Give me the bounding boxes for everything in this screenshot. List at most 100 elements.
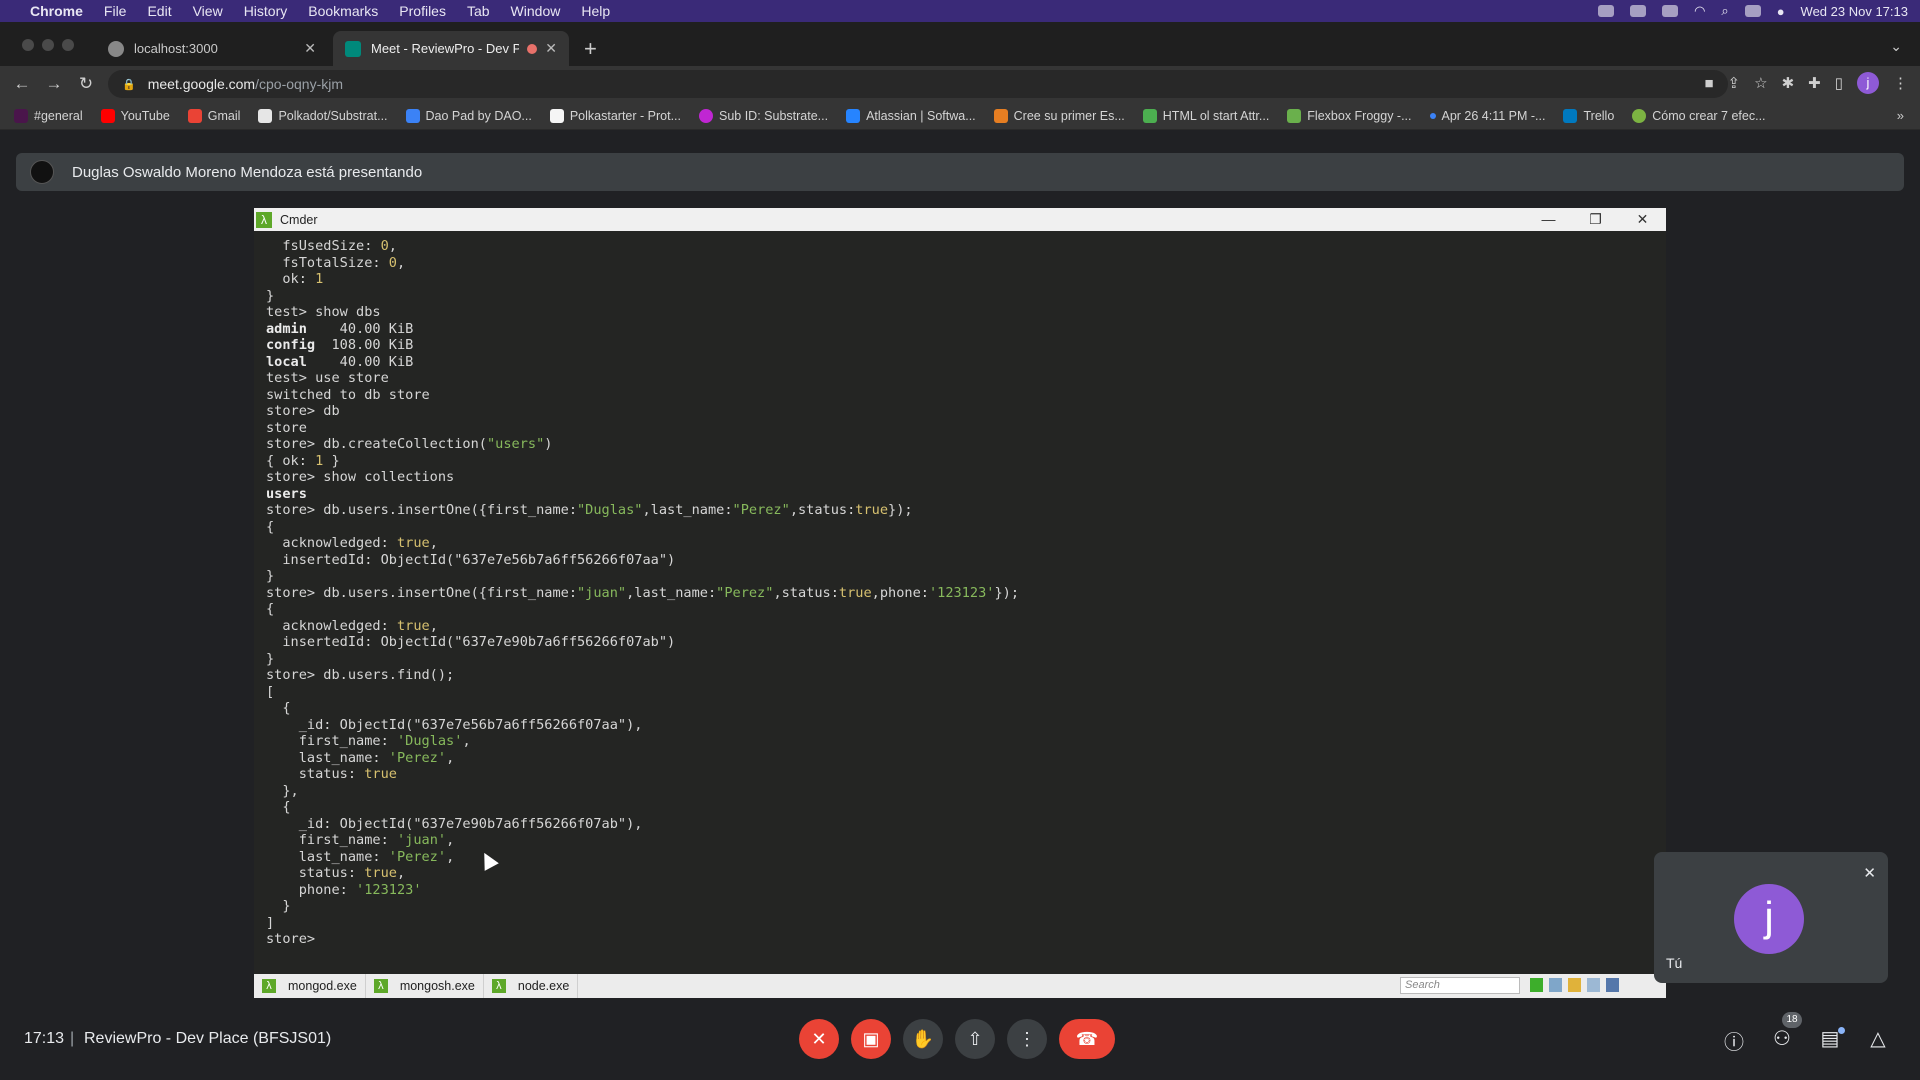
control-center-icon[interactable] [1744, 5, 1761, 17]
self-video-tile[interactable]: j ✕ Tú [1654, 852, 1888, 983]
bookmark-cree[interactable]: Cree su primer Es... [993, 108, 1125, 123]
text-input-icon[interactable] [1630, 5, 1647, 17]
bookmark-polkastarter[interactable]: Polkastarter - Prot... [549, 108, 681, 123]
menu-app-chrome[interactable]: Chrome [30, 3, 83, 19]
reload-icon[interactable]: ↻ [70, 74, 102, 94]
more-bookmarks-icon[interactable]: » [1897, 108, 1904, 123]
restore-icon: ❐ [1589, 211, 1602, 227]
terminal-token: store> db.users.insertOne({first_name: [266, 584, 577, 601]
terminal-line: { [266, 799, 1654, 816]
bookmark-general[interactable]: #general [14, 108, 83, 123]
terminal-token: 1 [315, 271, 324, 287]
minimize-icon: — [1541, 211, 1556, 227]
terminal-token: _id: ObjectId("637e7e56b7a6ff56266f07aa"… [266, 716, 643, 733]
extension-icon[interactable]: ✱ [1782, 74, 1795, 92]
battery-icon[interactable] [1662, 5, 1679, 17]
terminal-line: store> [266, 931, 1654, 948]
tab-search-chevron-icon[interactable]: ⌄ [1890, 38, 1902, 55]
extensions-puzzle-icon[interactable]: ✚ [1808, 74, 1821, 92]
bookmark-flexbox-froggy[interactable]: Flexbox Froggy -... [1287, 108, 1412, 123]
back-arrow-icon[interactable]: ← [6, 74, 38, 94]
meeting-details-info-icon[interactable]: ⓘ [1720, 1026, 1748, 1055]
terminal-token: "Duglas" [577, 502, 643, 518]
terminal-line: test> use store [266, 370, 1654, 387]
toggle-mic-button[interactable]: ✕ [799, 1019, 839, 1059]
profile-avatar[interactable]: j [1857, 72, 1879, 94]
menu-view[interactable]: View [193, 3, 223, 19]
terminal-token: local [266, 353, 307, 370]
terminal-token: ok: [266, 271, 316, 287]
tab-meet[interactable]: Meet - ReviewPro - Dev Pl ✕ [333, 31, 569, 66]
menu-window[interactable]: Window [511, 3, 561, 19]
terminal-token: switched to db store [266, 386, 430, 403]
bookmark-daopad[interactable]: Dao Pad by DAO... [405, 108, 532, 123]
terminal-token: status: [266, 766, 365, 782]
siri-icon[interactable]: ● [1777, 4, 1785, 19]
side-panel-icon[interactable]: ▯ [1835, 74, 1843, 92]
zoom-window-button[interactable] [62, 39, 74, 51]
address-bar[interactable]: 🔒 meet.google.com/cpo-oqny-kjm [108, 70, 1728, 98]
lock-icon[interactable]: 🔒 [122, 78, 136, 91]
mic-off-icon: ✕ [811, 1029, 827, 1049]
minimize-window-button[interactable] [42, 39, 54, 51]
wifi-icon[interactable]: ◠ [1694, 3, 1705, 19]
terminal-token: true [396, 617, 430, 634]
end-call-button[interactable]: ☎ [1059, 1019, 1115, 1059]
panes-icon [1549, 978, 1562, 992]
console-tab-mongod: λ mongod.exe [254, 974, 366, 998]
bookmark-label: YouTube [120, 108, 170, 123]
menu-profiles[interactable]: Profiles [399, 3, 446, 19]
browser-toolbar: ← → ↻ 🔒 meet.google.com/cpo-oqny-kjm ■ ⇪… [0, 66, 1920, 102]
close-tab-icon[interactable]: ✕ [545, 40, 557, 57]
forward-arrow-icon[interactable]: → [38, 74, 70, 94]
activities-icon[interactable]: △ [1864, 1026, 1892, 1051]
bookmark-label: Polkadot/Substrat... [278, 108, 388, 123]
participants-count-badge: 18 [1782, 1012, 1802, 1028]
bookmark-polkadot[interactable]: Polkadot/Substrat... [258, 108, 388, 123]
bookmark-apr26[interactable]: Apr 26 4:11 PM -... [1429, 109, 1545, 123]
camera-in-use-icon[interactable]: ■ [1704, 75, 1713, 92]
close-tab-icon[interactable]: ✕ [304, 40, 316, 57]
present-button[interactable]: ⇧ [955, 1019, 995, 1059]
bookmark-como-crear[interactable]: Cómo crear 7 efec... [1632, 108, 1766, 123]
bookmark-trello[interactable]: Trello [1563, 108, 1614, 123]
spotlight-search-icon[interactable]: ⌕ [1721, 3, 1728, 19]
menu-history[interactable]: History [244, 3, 288, 19]
menu-help[interactable]: Help [581, 3, 610, 19]
bookmark-star-icon[interactable]: ☆ [1754, 74, 1767, 92]
new-tab-button[interactable]: + [584, 36, 597, 62]
bookmark-subid[interactable]: Sub ID: Substrate... [699, 108, 829, 123]
url-path: /cpo-oqny-kjm [255, 76, 344, 92]
bookmark-gmail[interactable]: Gmail [187, 108, 240, 123]
participants-people-icon[interactable]: ⚇ [1768, 1026, 1796, 1051]
terminal-output: fsUsedSize: 0, fsTotalSize: 0, ok: 1} tes… [254, 231, 1666, 974]
terminal-token: , [396, 865, 406, 881]
menu-bookmarks[interactable]: Bookmarks [308, 3, 378, 19]
bookmark-atlassian[interactable]: Atlassian | Softwa... [846, 108, 976, 123]
more-options-button[interactable]: ⋮ [1007, 1019, 1047, 1059]
tab-localhost[interactable]: localhost:3000 ✕ [96, 31, 328, 66]
bookmark-label: Sub ID: Substrate... [719, 108, 829, 123]
bookmark-youtube[interactable]: YouTube [100, 108, 170, 123]
terminal-token: } [266, 650, 275, 667]
menu-file[interactable]: File [104, 3, 127, 19]
close-window-button[interactable] [22, 39, 34, 51]
terminal-line: users [266, 486, 1654, 503]
terminal-token: 'Duglas' [396, 733, 463, 749]
polkastarter-icon [549, 108, 564, 123]
raise-hand-button[interactable]: ✋ [903, 1019, 943, 1059]
terminal-token: 'Perez' [388, 749, 447, 766]
bookmark-html-ol[interactable]: HTML ol start Attr... [1142, 108, 1269, 123]
terminal-line: { [266, 700, 1654, 717]
share-icon[interactable]: ⇪ [1728, 74, 1741, 92]
terminal-token: status: [266, 865, 365, 881]
menu-tab[interactable]: Tab [467, 3, 490, 19]
console-tab-mongosh: λ mongosh.exe [366, 974, 484, 998]
menu-edit[interactable]: Edit [147, 3, 171, 19]
kebab-menu-icon[interactable]: ⋮ [1893, 74, 1908, 92]
toggle-camera-button[interactable]: ▣ [851, 1019, 891, 1059]
menubar-datetime[interactable]: Wed 23 Nov 17:13 [1801, 4, 1908, 19]
status-app-icon[interactable] [1598, 5, 1615, 17]
terminal-line: acknowledged: true, [266, 535, 1654, 552]
terminal-token: }, [266, 782, 299, 799]
